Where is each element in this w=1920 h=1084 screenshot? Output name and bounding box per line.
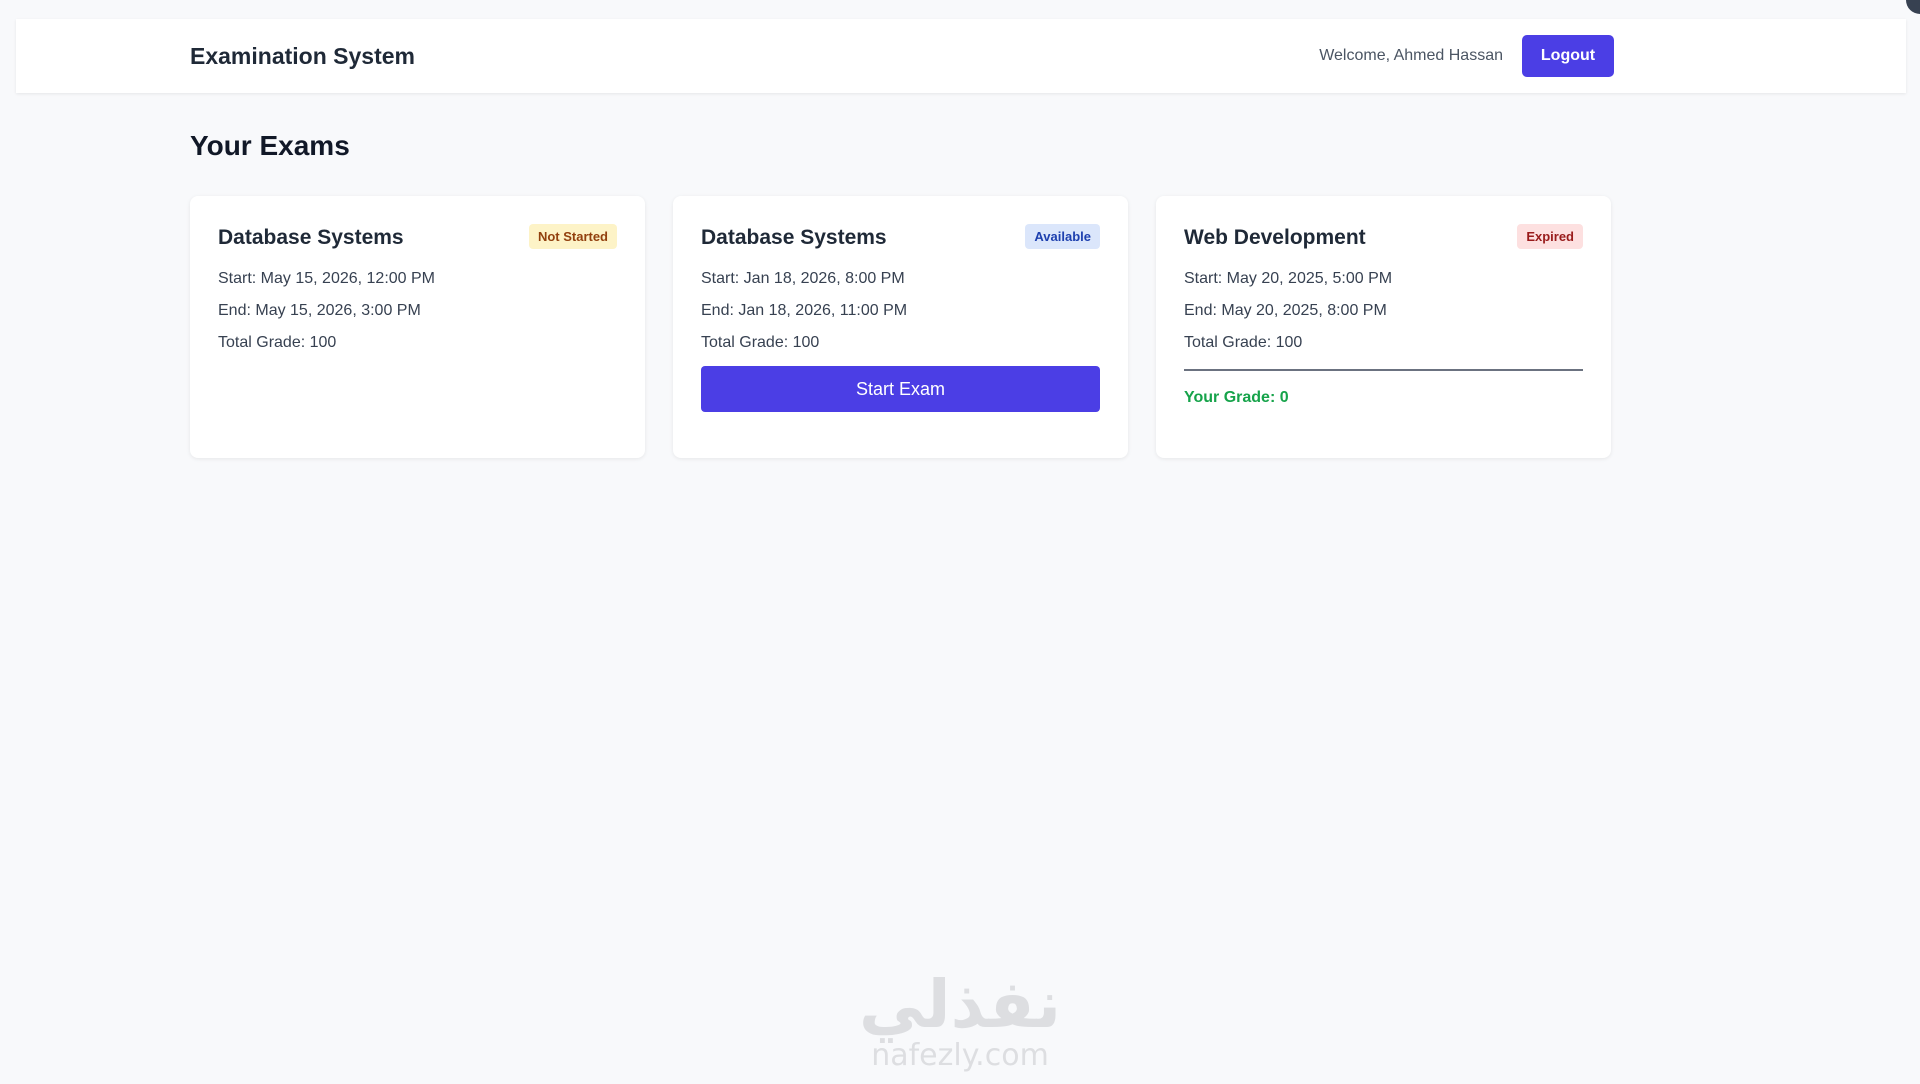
start-exam-button[interactable]: Start Exam <box>701 366 1100 412</box>
exam-card-header: Web Development Expired <box>1184 224 1583 260</box>
exam-details: Start: Jan 18, 2026, 8:00 PM End: Jan 18… <box>701 270 1100 352</box>
app-brand[interactable]: Examination System <box>190 19 415 93</box>
exam-card: Web Development Expired Start: May 20, 2… <box>1156 196 1611 458</box>
exam-end-time: End: May 15, 2026, 3:00 PM <box>218 302 421 319</box>
exam-card: Database Systems Not Started Start: May … <box>190 196 645 458</box>
status-badge: Expired <box>1517 224 1583 249</box>
status-badge: Available <box>1025 224 1100 249</box>
exam-card-header: Database Systems Not Started <box>218 224 617 260</box>
exam-card: Database Systems Available Start: Jan 18… <box>673 196 1128 458</box>
corner-indicator-icon <box>1906 0 1920 14</box>
exam-total-grade: Total Grade: 100 <box>218 334 337 351</box>
exam-end-time: End: Jan 18, 2026, 11:00 PM <box>701 302 908 319</box>
watermark-arabic-text: نفذلي <box>859 966 1061 1043</box>
watermark-url-text: nafezly.com <box>871 1038 1049 1073</box>
watermark-logo: نفذلي nafezly.com <box>850 970 1070 1072</box>
status-badge: Not Started <box>528 224 617 249</box>
top-navbar: Examination System Welcome, Ahmed Hassan… <box>16 19 1906 93</box>
card-divider <box>1184 369 1583 371</box>
page-title: Your Exams <box>190 130 350 161</box>
exam-start-time: Start: May 15, 2026, 12:00 PM <box>218 270 436 287</box>
welcome-text: Welcome, Ahmed Hassan <box>1319 47 1503 64</box>
exam-total-grade: Total Grade: 100 <box>1184 334 1303 351</box>
user-area: Welcome, Ahmed Hassan Logout <box>1319 35 1614 77</box>
exam-start-time: Start: May 20, 2025, 5:00 PM <box>1184 270 1393 287</box>
exam-details: Start: May 15, 2026, 12:00 PM End: May 1… <box>218 270 617 352</box>
logout-button[interactable]: Logout <box>1522 35 1614 77</box>
exam-card-list: Database Systems Not Started Start: May … <box>190 196 1611 458</box>
exam-end-time: End: May 20, 2025, 8:00 PM <box>1184 302 1387 319</box>
exam-title: Database Systems <box>701 226 887 249</box>
exam-total-grade: Total Grade: 100 <box>701 334 820 351</box>
exam-details: Start: May 20, 2025, 5:00 PM End: May 20… <box>1184 270 1583 352</box>
exam-card-header: Database Systems Available <box>701 224 1100 260</box>
exam-title: Database Systems <box>218 226 404 249</box>
exam-title: Web Development <box>1184 226 1366 249</box>
your-grade: Your Grade: 0 <box>1184 389 1289 406</box>
exam-start-time: Start: Jan 18, 2026, 8:00 PM <box>701 270 905 287</box>
